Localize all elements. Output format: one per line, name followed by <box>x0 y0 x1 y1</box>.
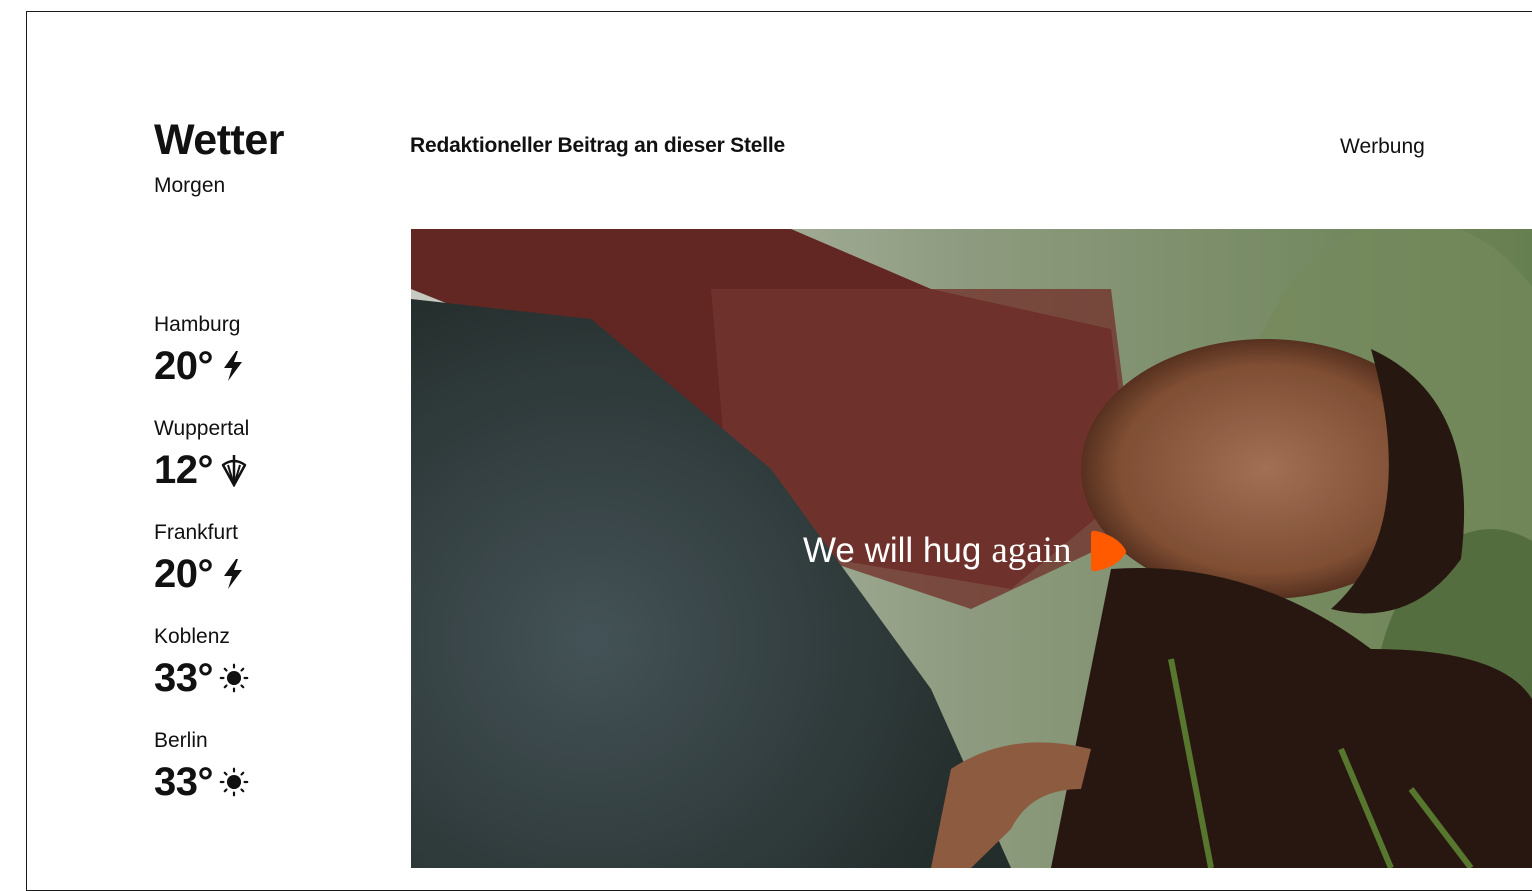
sun-icon <box>219 767 249 797</box>
city-name: Wuppertal <box>154 417 250 440</box>
ad-slogan-part1: We will hug <box>803 530 982 570</box>
city-temperature: 20° <box>154 344 214 388</box>
thunder-icon <box>224 559 242 589</box>
city-temperature: 33° <box>154 760 214 804</box>
city-weather-koblenz[interactable]: Koblenz 33° <box>154 624 249 728</box>
city-weather-berlin[interactable]: Berlin 33° <box>154 728 249 832</box>
city-name: Hamburg <box>154 313 241 336</box>
city-weather-frankfurt[interactable]: Frankfurt 20° <box>154 520 249 624</box>
city-name: Frankfurt <box>154 521 239 544</box>
weather-title: Wetter <box>154 116 285 164</box>
city-name: Berlin <box>154 729 208 752</box>
brand-logo-icon <box>1091 530 1127 571</box>
weather-city-list: Hamburg 20° Wuppertal 12° Frankfurt 20° <box>154 312 249 832</box>
umbrella-icon <box>221 455 247 487</box>
thunder-icon <box>224 351 242 381</box>
city-weather-wuppertal[interactable]: Wuppertal 12° <box>154 416 249 520</box>
city-temperature: 12° <box>154 448 214 492</box>
ad-banner[interactable]: We will hug again <box>411 229 1532 868</box>
weather-widget-header: Wetter Morgen <box>154 116 384 198</box>
sun-icon <box>219 663 249 693</box>
weather-subtitle: Morgen <box>154 174 226 197</box>
city-temperature: 33° <box>154 656 214 700</box>
city-weather-hamburg[interactable]: Hamburg 20° <box>154 312 249 416</box>
ad-slogan-part2: again <box>991 530 1072 571</box>
city-name: Koblenz <box>154 625 230 648</box>
editorial-label: Redaktioneller Beitrag an dieser Stelle <box>410 134 786 157</box>
ad-label: Werbung <box>1340 135 1425 158</box>
ad-slogan: We will hug again <box>803 529 1127 572</box>
city-temperature: 20° <box>154 552 214 596</box>
